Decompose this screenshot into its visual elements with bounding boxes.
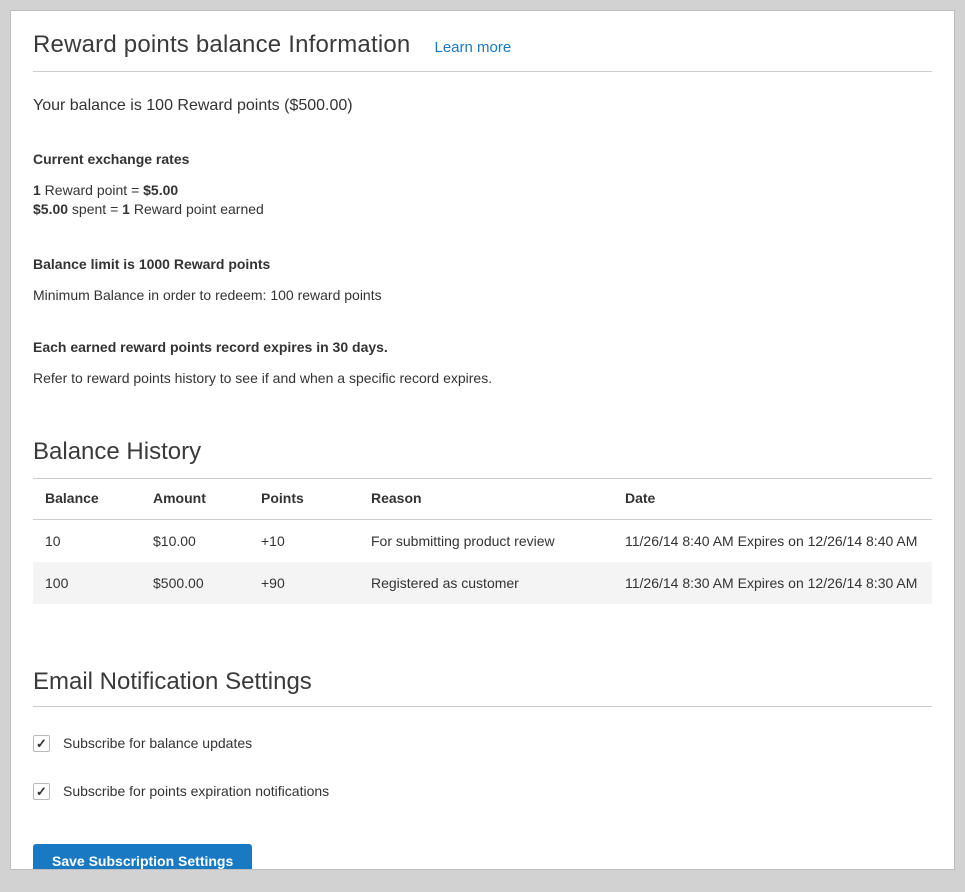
column-header-date: Date — [613, 478, 932, 519]
exchange-rates-heading: Current exchange rates — [33, 151, 932, 167]
column-header-reason: Reason — [359, 478, 613, 519]
rate1-amount: $5.00 — [143, 182, 178, 198]
rate2-amount: $5.00 — [33, 201, 68, 217]
notifications-divider — [33, 706, 932, 707]
balance-history-table: Balance Amount Points Reason Date 10 $10… — [33, 478, 932, 604]
email-notification-settings-title: Email Notification Settings — [33, 668, 932, 696]
checkmark-icon: ✓ — [36, 785, 47, 798]
header-divider — [33, 71, 932, 72]
subscribe-balance-updates-row: ✓ Subscribe for balance updates — [33, 735, 932, 752]
balance-history-title: Balance History — [33, 438, 932, 466]
column-header-amount: Amount — [141, 478, 249, 519]
cell-date: 11/26/14 8:40 AM Expires on 12/26/14 8:4… — [613, 519, 932, 562]
rate2-points: 1 — [122, 201, 130, 217]
reward-points-panel: Reward points balance Information Learn … — [10, 10, 955, 870]
table-row: 100 $500.00 +90 Registered as customer 1… — [33, 562, 932, 604]
exchange-rate-line-1: 1 Reward point = $5.00 — [33, 181, 932, 200]
exchange-rate-line-2: $5.00 spent = 1 Reward point earned — [33, 200, 932, 219]
learn-more-link[interactable]: Learn more — [434, 39, 511, 56]
minimum-redeem-text: Minimum Balance in order to redeem: 100 … — [33, 287, 932, 303]
cell-balance: 10 — [33, 519, 141, 562]
rate1-points: 1 — [33, 182, 41, 198]
cell-amount: $10.00 — [141, 519, 249, 562]
rate1-text: Reward point = — [41, 182, 143, 198]
expiration-notifications-checkbox[interactable]: ✓ — [33, 783, 50, 800]
save-subscription-settings-button[interactable]: Save Subscription Settings — [33, 844, 252, 870]
balance-limit-heading: Balance limit is 1000 Reward points — [33, 256, 932, 272]
cell-points: +10 — [249, 519, 359, 562]
cell-points: +90 — [249, 562, 359, 604]
cell-balance: 100 — [33, 562, 141, 604]
column-header-balance: Balance — [33, 478, 141, 519]
rate2-text-end: Reward point earned — [130, 201, 264, 217]
column-header-points: Points — [249, 478, 359, 519]
cell-reason: Registered as customer — [359, 562, 613, 604]
cell-date: 11/26/14 8:30 AM Expires on 12/26/14 8:3… — [613, 562, 932, 604]
exchange-rates: 1 Reward point = $5.00 $5.00 spent = 1 R… — [33, 181, 932, 220]
table-row: 10 $10.00 +10 For submitting product rev… — [33, 519, 932, 562]
rate2-text: spent = — [68, 201, 122, 217]
subscribe-expiration-notifications-row: ✓ Subscribe for points expiration notifi… — [33, 783, 932, 800]
page-title: Reward points balance Information — [33, 31, 410, 59]
balance-updates-label[interactable]: Subscribe for balance updates — [63, 735, 252, 751]
balance-summary: Your balance is 100 Reward points ($500.… — [33, 97, 932, 115]
table-header-row: Balance Amount Points Reason Date — [33, 478, 932, 519]
cell-reason: For submitting product review — [359, 519, 613, 562]
expiration-heading: Each earned reward points record expires… — [33, 339, 932, 355]
checkmark-icon: ✓ — [36, 737, 47, 750]
page-header: Reward points balance Information Learn … — [33, 31, 932, 59]
balance-updates-checkbox[interactable]: ✓ — [33, 735, 50, 752]
cell-amount: $500.00 — [141, 562, 249, 604]
expiration-note: Refer to reward points history to see if… — [33, 370, 932, 386]
expiration-notifications-label[interactable]: Subscribe for points expiration notifica… — [63, 783, 329, 799]
